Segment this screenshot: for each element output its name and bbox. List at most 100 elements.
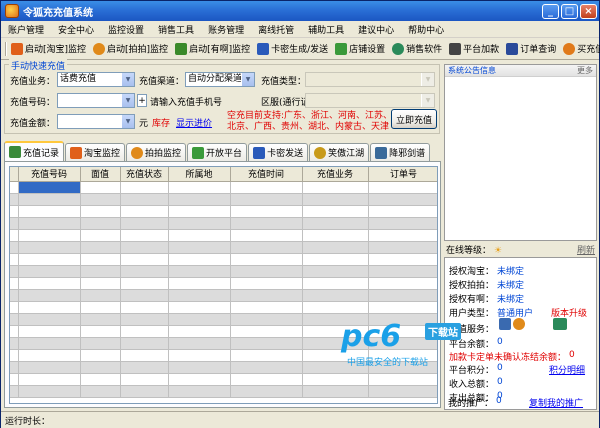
table-cell[interactable]: [230, 301, 303, 314]
table-cell[interactable]: [230, 265, 303, 278]
table-cell[interactable]: [18, 301, 81, 314]
column-header[interactable]: 充值状态: [120, 167, 169, 182]
table-cell[interactable]: [168, 253, 231, 266]
table-row[interactable]: [10, 217, 437, 230]
table-cell[interactable]: [18, 337, 81, 350]
start-paipai-monitor-button[interactable]: 启动[拍拍]监控: [93, 42, 168, 55]
table-cell[interactable]: [120, 277, 169, 290]
menu-monitor[interactable]: 监控设置: [101, 23, 151, 36]
table-cell[interactable]: [168, 181, 231, 194]
table-cell[interactable]: [302, 253, 369, 266]
table-cell[interactable]: [80, 373, 121, 386]
sell-software-button[interactable]: 销售软件: [392, 42, 442, 55]
menu-tools[interactable]: 辅助工具: [301, 23, 351, 36]
menu-account[interactable]: 账户管理: [1, 23, 51, 36]
table-cell[interactable]: [368, 181, 437, 194]
start-taobao-monitor-button[interactable]: 启动[淘宝]监控: [11, 42, 86, 55]
table-cell[interactable]: [80, 181, 121, 194]
shop-settings-button[interactable]: 店铺设置: [335, 42, 385, 55]
points-detail-link[interactable]: 积分明细: [549, 363, 585, 376]
channel-select[interactable]: 自动分配渠道 ▼: [185, 72, 255, 87]
table-cell[interactable]: [18, 205, 81, 218]
table-cell[interactable]: [230, 241, 303, 254]
table-cell[interactable]: [230, 181, 303, 194]
table-cell[interactable]: [368, 241, 437, 254]
table-cell[interactable]: [18, 325, 81, 338]
business-select[interactable]: 话费充值 ▼: [57, 72, 135, 87]
tab-taobao-monitor[interactable]: 淘宝监控: [65, 143, 126, 161]
table-cell[interactable]: [18, 373, 81, 386]
table-cell[interactable]: [168, 241, 231, 254]
title-bar[interactable]: 令狐充充值系统 _ □ ×: [1, 1, 599, 21]
column-header[interactable]: 订单号: [368, 167, 437, 182]
table-cell[interactable]: [168, 349, 231, 362]
table-cell[interactable]: [80, 349, 121, 362]
table-cell[interactable]: [168, 265, 231, 278]
tab-paipai-monitor[interactable]: 拍拍监控: [126, 143, 187, 161]
table-cell[interactable]: [18, 289, 81, 302]
table-row[interactable]: [10, 373, 437, 386]
table-row[interactable]: [10, 229, 437, 242]
table-cell[interactable]: [368, 217, 437, 230]
table-cell[interactable]: [368, 277, 437, 290]
buy-card-button[interactable]: 买充值卡: [563, 42, 600, 55]
table-cell[interactable]: [120, 385, 169, 398]
table-cell[interactable]: [80, 217, 121, 230]
table-cell[interactable]: [120, 265, 169, 278]
table-cell[interactable]: [230, 373, 303, 386]
table-cell[interactable]: [168, 385, 231, 398]
tab-recharge-records[interactable]: 充值记录: [4, 141, 65, 161]
table-cell[interactable]: [18, 265, 81, 278]
tab-card-send[interactable]: 卡密发送: [248, 143, 309, 161]
table-cell[interactable]: [168, 217, 231, 230]
column-header[interactable]: 面值: [80, 167, 121, 182]
table-row[interactable]: [10, 253, 437, 266]
column-header[interactable]: 充值号码: [18, 167, 81, 182]
table-cell[interactable]: [120, 349, 169, 362]
table-cell[interactable]: [230, 385, 303, 398]
add-number-button[interactable]: +: [137, 94, 147, 107]
table-cell[interactable]: [168, 373, 231, 386]
table-cell[interactable]: [80, 361, 121, 374]
start-youa-monitor-button[interactable]: 启动[有啊]监控: [175, 42, 250, 55]
table-cell[interactable]: [120, 205, 169, 218]
menu-feedback[interactable]: 建议中心: [351, 23, 401, 36]
table-cell[interactable]: [230, 313, 303, 326]
table-cell[interactable]: [302, 205, 369, 218]
table-cell[interactable]: [18, 217, 81, 230]
table-cell[interactable]: [302, 265, 369, 278]
table-cell[interactable]: [230, 217, 303, 230]
service-monitor-icon[interactable]: [553, 318, 567, 330]
table-row[interactable]: [10, 385, 437, 398]
column-header[interactable]: 充值时间: [230, 167, 303, 182]
table-cell[interactable]: [18, 361, 81, 374]
table-cell[interactable]: [80, 193, 121, 206]
table-cell[interactable]: [80, 301, 121, 314]
table-cell[interactable]: [302, 289, 369, 302]
table-cell[interactable]: [230, 253, 303, 266]
table-cell[interactable]: [302, 373, 369, 386]
more-link[interactable]: 更多: [577, 65, 593, 76]
table-cell[interactable]: [368, 205, 437, 218]
table-cell[interactable]: [302, 241, 369, 254]
table-cell[interactable]: [80, 205, 121, 218]
table-cell[interactable]: [120, 229, 169, 242]
table-row[interactable]: [10, 289, 437, 302]
table-cell[interactable]: [80, 229, 121, 242]
table-cell[interactable]: [302, 301, 369, 314]
table-cell[interactable]: [368, 385, 437, 398]
table-row[interactable]: [10, 265, 437, 278]
table-row[interactable]: [10, 301, 437, 314]
table-cell[interactable]: [168, 229, 231, 242]
type-select[interactable]: ▼: [305, 72, 435, 87]
table-cell[interactable]: [230, 277, 303, 290]
table-cell[interactable]: [368, 373, 437, 386]
table-cell[interactable]: [120, 217, 169, 230]
copy-promotion-link[interactable]: 复制我的推广: [529, 396, 583, 409]
table-cell[interactable]: [120, 241, 169, 254]
table-cell[interactable]: [80, 241, 121, 254]
table-cell[interactable]: [168, 337, 231, 350]
card-generate-send-button[interactable]: 卡密生成/发送: [257, 42, 328, 55]
column-header[interactable]: 所属地: [168, 167, 231, 182]
tab-sword[interactable]: 降邪剑谱: [370, 143, 431, 161]
